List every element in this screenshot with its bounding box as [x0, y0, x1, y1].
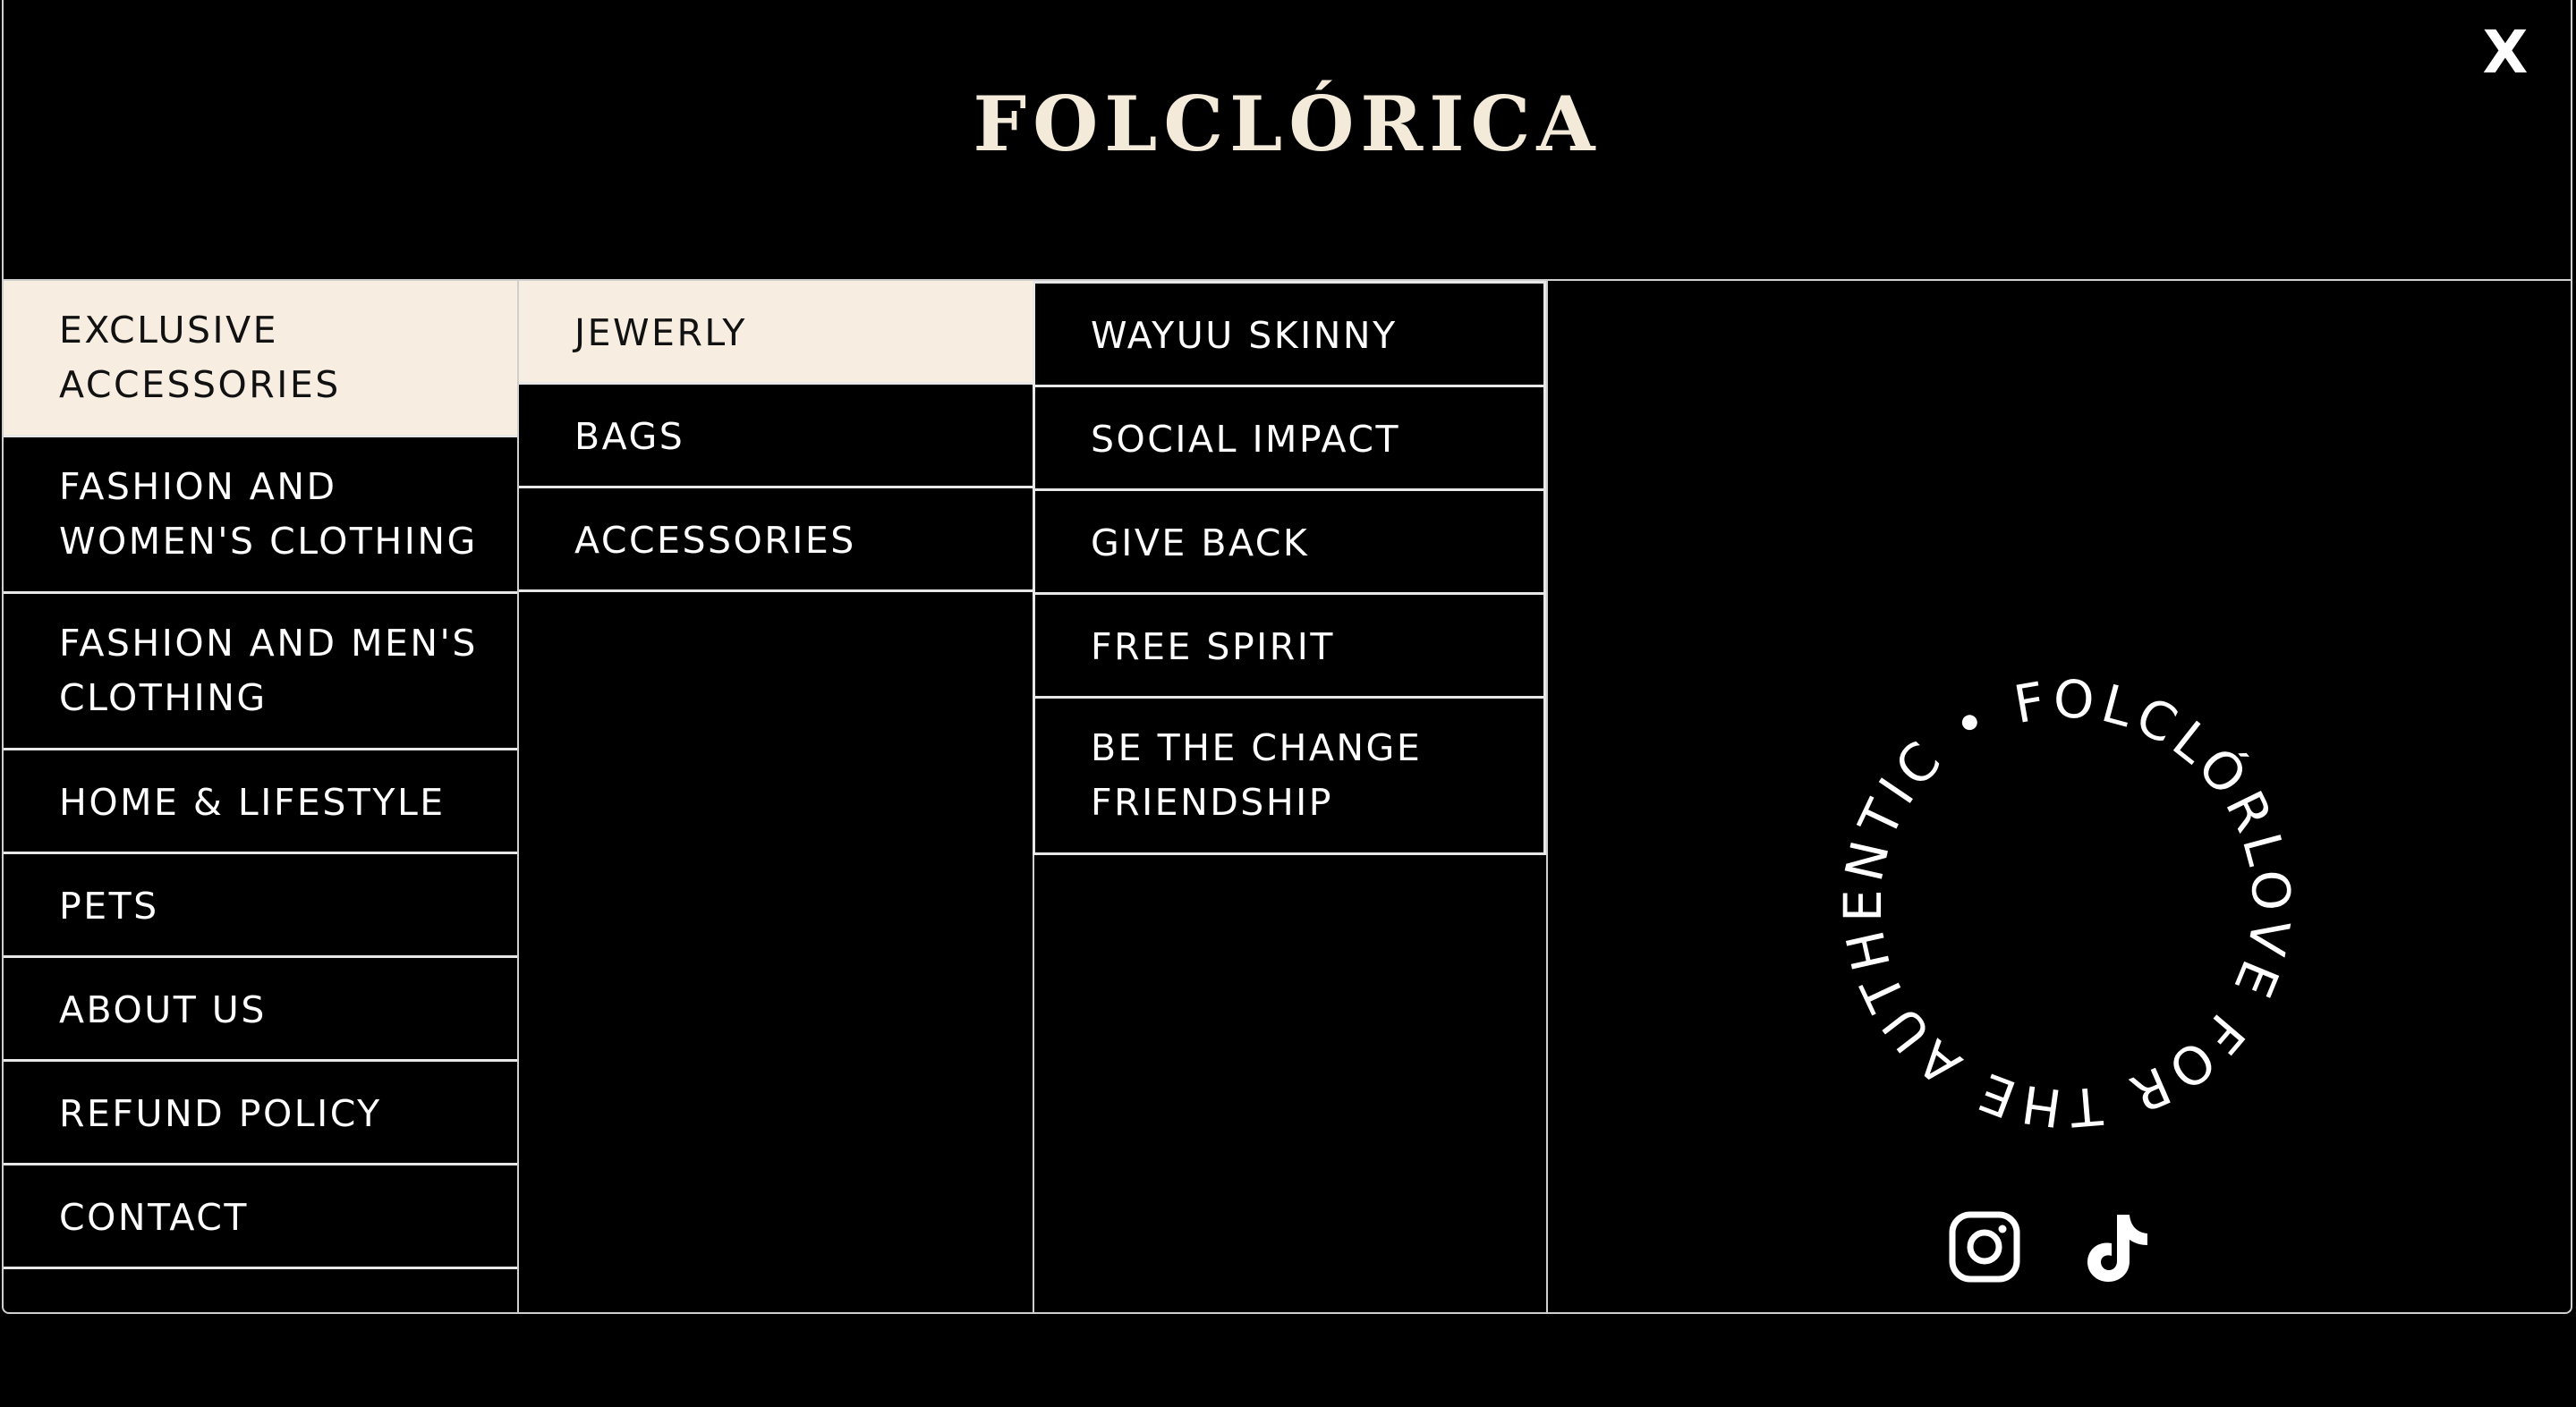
- submenu-item-give-back[interactable]: GIVE BACK: [1033, 491, 1546, 595]
- menu-item-home-lifestyle[interactable]: HOME & LIFESTYLE: [4, 750, 517, 854]
- submenu-item-social-impact[interactable]: SOCIAL IMPACT: [1033, 387, 1546, 491]
- menu-item-contact[interactable]: CONTACT: [4, 1165, 517, 1269]
- tiktok-icon[interactable]: [2078, 1209, 2153, 1284]
- close-button[interactable]: X: [2474, 21, 2537, 84]
- brand-logo[interactable]: FOLCLÓRICA: [973, 87, 1601, 162]
- menu-item-fashion-womens-clothing[interactable]: FASHION AND WOMEN'S CLOTHING: [4, 437, 517, 594]
- instagram-icon[interactable]: [1947, 1209, 2022, 1284]
- menu-item-pets[interactable]: PETS: [4, 854, 517, 958]
- submenu-item-be-the-change-friendship[interactable]: BE THE CHANGE FRIENDSHIP: [1033, 699, 1546, 855]
- submenu-item-bags[interactable]: BAGS: [519, 385, 1033, 488]
- menu-item-refund-policy[interactable]: REFUND POLICY: [4, 1062, 517, 1165]
- menu-item-about-us[interactable]: ABOUT US: [4, 958, 517, 1062]
- badge-text: LOVE FOR THE AUTHENTIC • FOLCLÓRICA •: [1825, 662, 2302, 1139]
- menu-item-exclusive-accessories[interactable]: EXCLUSIVE ACCESSORIES: [4, 281, 517, 437]
- submenu-item-jewerly[interactable]: JEWERLY: [519, 281, 1033, 385]
- circular-text-badge: LOVE FOR THE AUTHENTIC • FOLCLÓRICA •: [1825, 662, 2302, 1139]
- primary-menu: EXCLUSIVE ACCESSORIES FASHION AND WOMEN'…: [4, 281, 519, 1312]
- social-links: [1947, 1209, 2153, 1284]
- secondary-menu: JEWERLY BAGS ACCESSORIES: [519, 281, 1034, 1312]
- submenu-item-accessories[interactable]: ACCESSORIES: [519, 488, 1033, 592]
- submenu-item-free-spirit[interactable]: FREE SPIRIT: [1033, 595, 1546, 699]
- navigation-menu-overlay: FOLCLÓRICA X EXCLUSIVE ACCESSORIES FASHI…: [2, 0, 2572, 1314]
- tertiary-menu: WAYUU SKINNY SOCIAL IMPACT GIVE BACK FRE…: [1033, 281, 1548, 1312]
- menu-item-fashion-mens-clothing[interactable]: FASHION AND MEN'S CLOTHING: [4, 594, 517, 750]
- menu-header: FOLCLÓRICA X: [4, 0, 2571, 281]
- submenu-item-wayuu-skinny[interactable]: WAYUU SKINNY: [1033, 281, 1546, 387]
